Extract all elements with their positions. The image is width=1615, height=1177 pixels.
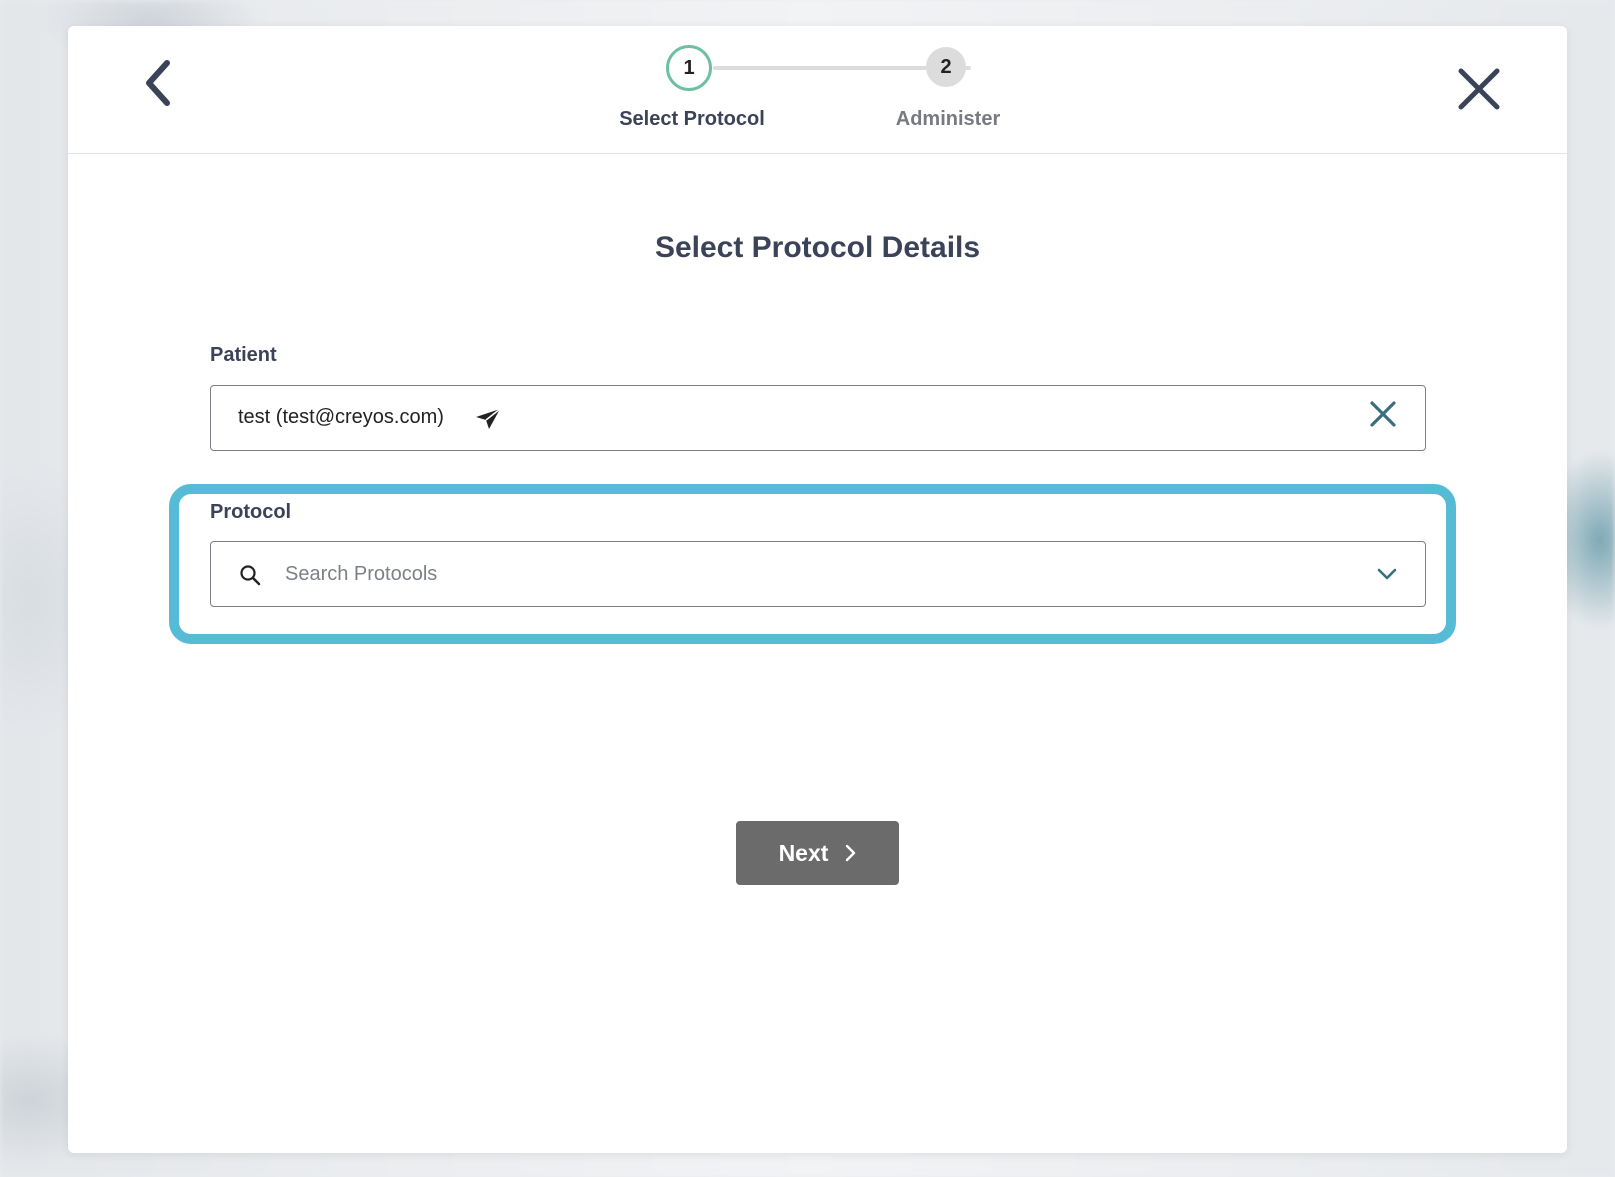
page-title: Select Protocol Details (654, 231, 981, 264)
close-button[interactable] (1454, 64, 1504, 114)
step-1-label: Select Protocol (619, 108, 765, 130)
protocol-modal: 1 2 Select Protocol Administer Select Pr… (68, 26, 1567, 1153)
patient-value: test (test@creyos.com) (238, 406, 444, 428)
stepper: 1 2 Select Protocol Administer (68, 26, 1567, 154)
protocol-search-input[interactable] (285, 554, 1285, 594)
modal-header: 1 2 Select Protocol Administer (68, 26, 1567, 154)
clear-patient-button[interactable] (1365, 396, 1401, 432)
step-1-indicator: 1 (666, 45, 712, 91)
protocol-select[interactable] (210, 541, 1426, 607)
step-2-label: Administer (895, 108, 1001, 130)
next-button[interactable]: Next (736, 821, 899, 885)
send-icon (476, 408, 501, 429)
search-icon (240, 565, 261, 586)
chevron-down-icon[interactable] (1375, 564, 1399, 584)
step-1-number: 1 (683, 56, 695, 79)
protocol-label: Protocol (210, 501, 292, 523)
patient-label: Patient (210, 344, 277, 366)
chevron-right-icon (846, 844, 856, 862)
step-2-number: 2 (940, 55, 952, 78)
close-icon (1370, 401, 1396, 427)
patient-field[interactable]: test (test@creyos.com) (210, 385, 1426, 451)
close-icon (1458, 68, 1500, 110)
step-2-indicator: 2 (926, 47, 966, 87)
next-button-label: Next (778, 839, 829, 866)
